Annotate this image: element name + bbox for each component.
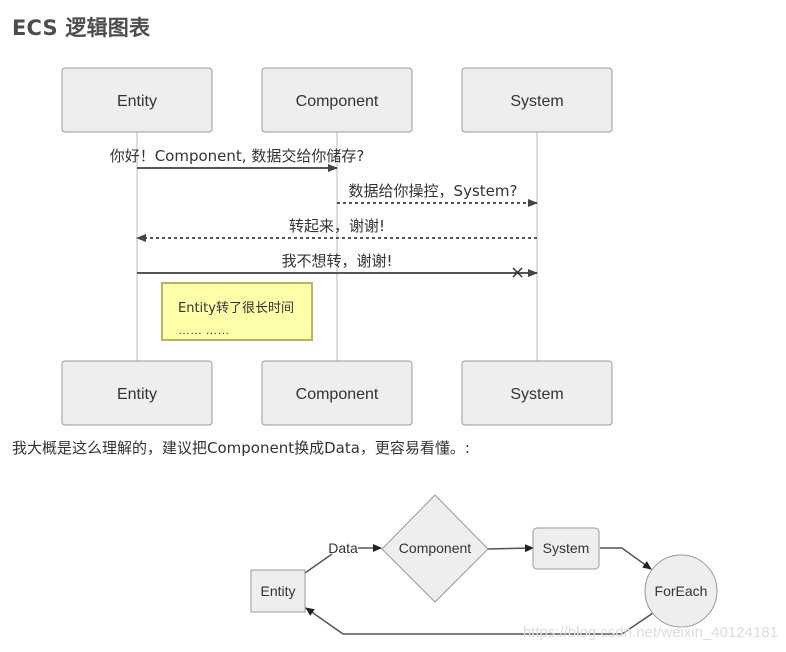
actor-entity-bottom: Entity bbox=[61, 360, 213, 426]
actor-label: Component bbox=[296, 386, 379, 403]
actor-entity-top: Entity bbox=[61, 67, 213, 133]
edge-label-data: Data bbox=[328, 540, 358, 556]
actor-label: Entity bbox=[117, 93, 157, 110]
message-label: 数据给你操控，System? bbox=[349, 182, 518, 200]
explanation-paragraph: 我大概是这么理解的，建议把Component换成Data，更容易看懂。: bbox=[12, 439, 470, 457]
actor-component-bottom: Component bbox=[261, 360, 413, 426]
edge-component-to-system bbox=[486, 544, 534, 553]
actor-system-top: System bbox=[461, 67, 613, 133]
actor-label: System bbox=[510, 386, 563, 403]
message-label: 我不想转，谢谢! bbox=[281, 252, 392, 270]
node-component-label: Component bbox=[399, 540, 471, 556]
sequence-diagram: Entity Component System 你好！Component, 数据… bbox=[61, 67, 718, 635]
actor-component-top: Component bbox=[261, 67, 413, 133]
actor-system-bottom: System bbox=[461, 360, 613, 426]
node-system-label: System bbox=[543, 540, 590, 556]
edge-system-to-foreach bbox=[600, 547, 652, 570]
message-label: 你好！Component, 数据交给你储存? bbox=[110, 147, 365, 165]
watermark: https://blog.csdn.net/weixin_40124181 bbox=[522, 624, 778, 641]
node-foreach-label: ForEach bbox=[655, 583, 708, 599]
flowchart: Data Entity Component System ForEach bbox=[250, 494, 718, 635]
note: Entity转了很长时间 …… …… bbox=[161, 282, 313, 341]
note-line-1: Entity转了很长时间 bbox=[178, 301, 294, 316]
actor-label: Component bbox=[296, 93, 379, 110]
message-label: 转起来，谢谢! bbox=[289, 217, 385, 235]
actor-label: Entity bbox=[117, 386, 157, 403]
node-entity-label: Entity bbox=[260, 583, 295, 599]
note-line-2: …… …… bbox=[178, 323, 229, 337]
edge-entity-to-data bbox=[304, 553, 333, 574]
actor-label: System bbox=[510, 93, 563, 110]
